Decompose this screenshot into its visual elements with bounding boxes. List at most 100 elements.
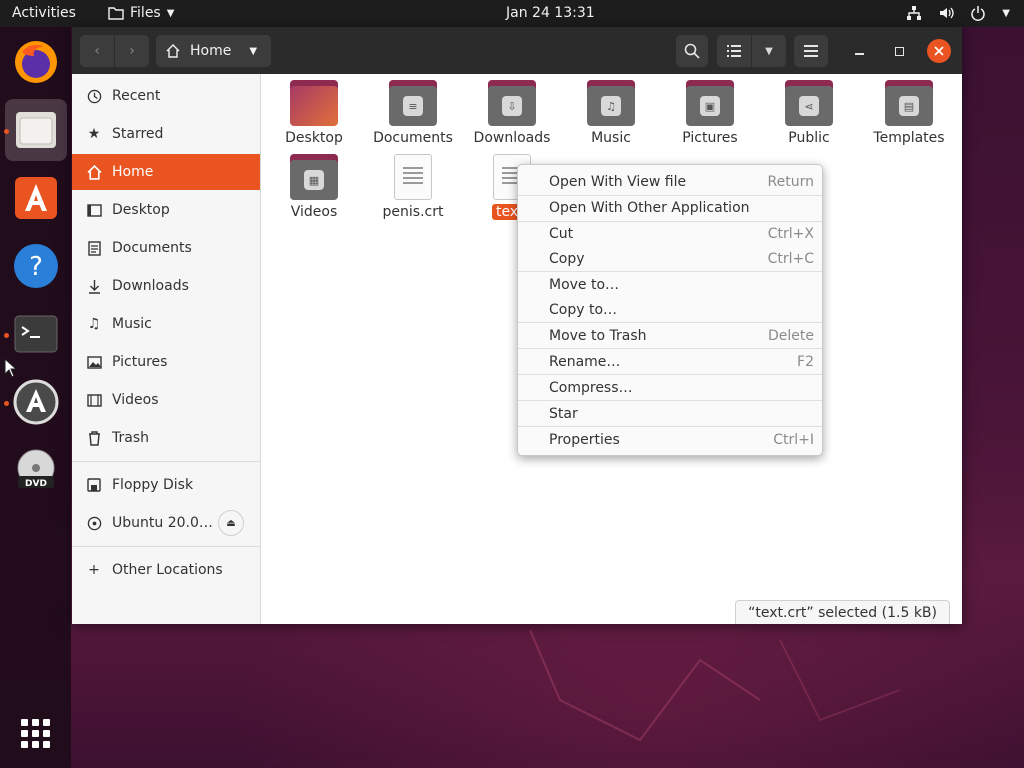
menu-item-star[interactable]: Star (518, 401, 822, 427)
dock-software-updater[interactable] (5, 371, 67, 433)
menu-item-properties[interactable]: Properties Ctrl+I (518, 427, 822, 453)
caret-down-icon: ▼ (1002, 7, 1010, 19)
view-list-button[interactable] (717, 35, 751, 67)
document-icon (86, 240, 102, 256)
sidebar-item-recent[interactable]: Recent (72, 78, 260, 114)
menu-item-compress[interactable]: Compress… (518, 375, 822, 401)
dock-files[interactable] (5, 99, 67, 161)
dock-firefox[interactable] (5, 31, 67, 93)
menu-item-shortcut: Ctrl+C (767, 251, 814, 267)
sidebar-divider (72, 546, 260, 547)
menu-item-copy-to[interactable]: Copy to… (518, 297, 822, 323)
back-button[interactable]: ‹ (80, 35, 114, 67)
menu-item-shortcut: Delete (768, 328, 814, 344)
sidebar-item-pictures[interactable]: Pictures (72, 344, 260, 380)
chevron-right-icon: › (129, 43, 135, 59)
terminal-icon (14, 315, 58, 353)
network-icon (906, 5, 922, 21)
sidebar-item-label: Home (112, 164, 154, 180)
chevron-left-icon: ‹ (94, 43, 100, 59)
sidebar-item-label: Documents (112, 240, 192, 256)
item-label: Music (591, 130, 631, 146)
files-icon (16, 112, 56, 148)
system-tray[interactable]: ▼ (906, 5, 1010, 21)
sidebar-item-home[interactable]: Home (72, 154, 260, 190)
dock-dvd[interactable]: DVD (5, 439, 67, 501)
view-options-button[interactable]: ▼ (752, 35, 786, 67)
menu-item-label: Properties (549, 432, 620, 448)
menu-item-shortcut: F2 (797, 354, 814, 370)
folder-downloads-icon: ⇩ (488, 80, 536, 126)
app-menu[interactable]: Files ▼ (108, 5, 174, 21)
menu-item-copy[interactable]: Copy Ctrl+C (518, 246, 822, 272)
activities-button[interactable]: Activities (12, 5, 76, 21)
dock-help[interactable]: ? (5, 235, 67, 297)
menu-item-rename[interactable]: Rename… F2 (518, 349, 822, 375)
path-label: Home (190, 43, 232, 59)
menu-item-open-with-view-file[interactable]: Open With View file Return (518, 169, 822, 195)
item-label: Videos (290, 204, 338, 220)
menu-item-move-to[interactable]: Move to… (518, 272, 822, 298)
grid-item-downloads[interactable]: ⇩ Downloads (464, 74, 560, 146)
svg-text:?: ? (29, 252, 43, 282)
download-icon (86, 278, 102, 294)
folder-templates-icon: ▤ (885, 80, 933, 126)
grid-item-desktop[interactable]: Desktop (266, 74, 362, 146)
app-grid-icon (21, 719, 50, 748)
header-bar: ‹ › Home ▼ ▼ (72, 27, 962, 74)
clock[interactable]: Jan 24 13:31 (506, 5, 595, 21)
menu-item-shortcut: Return (767, 174, 814, 190)
sidebar-item-music[interactable]: ♫ Music (72, 306, 260, 342)
menu-item-label: Cut (549, 226, 574, 242)
sidebar-item-videos[interactable]: Videos (72, 382, 260, 418)
grid-item-music[interactable]: ♫ Music (563, 74, 659, 146)
sidebar-item-trash[interactable]: Trash (72, 420, 260, 456)
sidebar-item-label: Recent (112, 88, 161, 104)
forward-button[interactable]: › (115, 35, 149, 67)
menu-item-cut[interactable]: Cut Ctrl+X (518, 221, 822, 247)
sidebar-item-label: Music (112, 316, 152, 332)
dock-software[interactable] (5, 167, 67, 229)
maximize-button[interactable] (887, 39, 911, 63)
grid-item-templates[interactable]: ▤ Templates (861, 74, 957, 146)
grid-item-documents[interactable]: ≡ Documents (365, 74, 461, 146)
menu-item-label: Compress… (549, 380, 633, 396)
menu-item-label: Copy to… (549, 302, 618, 318)
path-bar-home[interactable]: Home ▼ (156, 35, 271, 67)
sidebar-item-starred[interactable]: ★ Starred (72, 116, 260, 152)
menu-button[interactable] (794, 35, 828, 67)
grid-item-public[interactable]: ⋖ Public (761, 74, 857, 146)
show-applications-button[interactable] (5, 703, 67, 765)
item-label: Downloads (473, 130, 551, 146)
minimize-button[interactable] (847, 39, 871, 63)
grid-item-pictures[interactable]: ▣ Pictures (662, 74, 758, 146)
sidebar-item-label: Other Locations (112, 562, 223, 578)
folder-videos-icon: ▦ (290, 154, 338, 200)
item-label: Public (788, 130, 830, 146)
video-icon (86, 392, 102, 408)
grid-item-videos[interactable]: ▦ Videos (266, 148, 362, 220)
grid-item-penis-crt[interactable]: penis.crt (365, 148, 461, 220)
close-button[interactable] (927, 39, 951, 63)
sidebar-item-other-locations[interactable]: + Other Locations (72, 552, 260, 588)
status-bar: “text.crt” selected (1.5 kB) (735, 600, 950, 624)
folder-music-icon: ♫ (587, 80, 635, 126)
sidebar-item-label: Pictures (112, 354, 168, 370)
music-icon: ♫ (87, 316, 101, 332)
dock-terminal[interactable] (5, 303, 67, 365)
sidebar-item-label: Ubuntu 20.0… (112, 515, 213, 531)
caret-down-icon: ▼ (166, 7, 175, 19)
menu-item-label: Open With View file (549, 174, 687, 190)
eject-button[interactable]: ⏏ (218, 510, 244, 536)
sidebar-item-documents[interactable]: Documents (72, 230, 260, 266)
menu-item-open-with-other-application[interactable]: Open With Other Application (518, 195, 822, 221)
sidebar-item-desktop[interactable]: Desktop (72, 192, 260, 228)
menu-item-move-to-trash[interactable]: Move to Trash Delete (518, 323, 822, 349)
firefox-icon (15, 41, 57, 83)
caret-down-icon: ▼ (765, 45, 773, 57)
sidebar-item-downloads[interactable]: Downloads (72, 268, 260, 304)
sidebar-item-floppy-disk[interactable]: Floppy Disk (72, 467, 260, 503)
minimize-icon (854, 53, 864, 55)
trash-icon (86, 430, 102, 446)
search-button[interactable] (676, 35, 708, 67)
